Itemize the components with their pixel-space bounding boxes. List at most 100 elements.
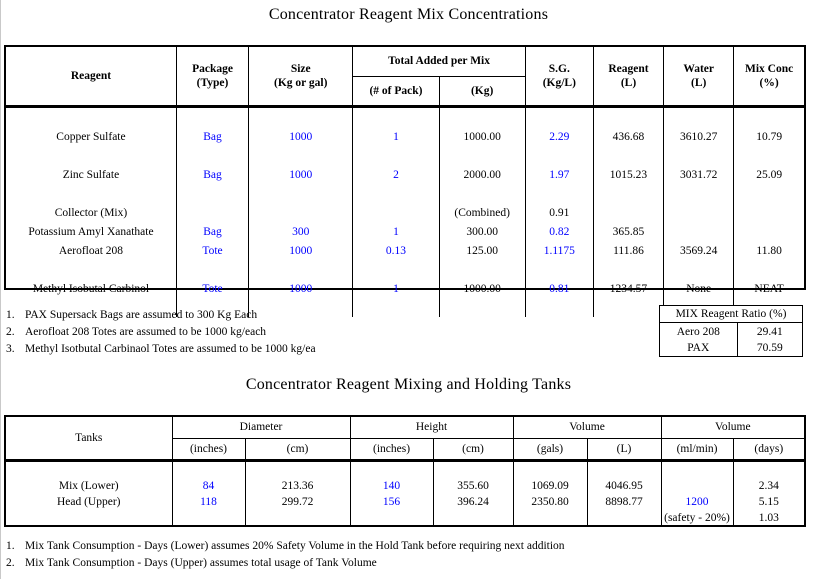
table-row[interactable]: Potassium Amyl Xanathate Bag 300 1 300.0… (6, 222, 804, 241)
cell-height-cm (432, 510, 514, 526)
cell-height-inches: 140 (349, 478, 434, 494)
cell-ratio-value: 29.41 (756, 325, 783, 338)
col-header-mix-conc-line1: Mix Conc (745, 62, 794, 75)
cell-sg: 1.97 (524, 165, 594, 184)
note-text: Mix Tank Consumption - Days (Upper) assu… (25, 557, 377, 569)
table-row[interactable]: Methyl Isobutal Carbinol Tote 1000 1 100… (6, 279, 804, 298)
table-spacer-row (6, 184, 804, 203)
cell-volume-liters (586, 510, 662, 526)
table-row[interactable]: PAX 70.59 (660, 339, 802, 356)
note-text: Mix Tank Consumption - Days (Lower) assu… (25, 540, 565, 552)
table-row[interactable]: Head (Upper) 118 299.72 156 396.24 2350.… (6, 494, 804, 510)
cell-size: 1000 (248, 127, 354, 146)
cell-safety-note: (safety - 20%) (660, 510, 734, 526)
cell-reagent-l (592, 203, 665, 222)
cell-reagent-l: 365.85 (592, 222, 665, 241)
cell-kg: 1000.00 (438, 127, 526, 146)
table-spacer-row (6, 462, 804, 478)
tanks-table-body: Mix (Lower) 84 213.36 140 355.60 1069.09… (5, 461, 805, 526)
table-row[interactable]: Aerofloat 208 Tote 1000 0.13 125.00 1.11… (6, 241, 804, 260)
cell-volume-days: 1.03 (732, 510, 804, 526)
cell-sg: 0.82 (524, 222, 594, 241)
cell-water-l (663, 203, 735, 222)
table-row[interactable]: Collector (Mix) (Combined) 0.91 (6, 203, 804, 222)
tanks-table-header: Tanks Diameter Height Volume Volume (inc… (5, 416, 805, 460)
col-header-height: Height (349, 417, 514, 439)
cell-volume-gals: 2350.80 (512, 494, 588, 510)
cell-reagent: Methyl Isobutal Carbinol (6, 279, 177, 298)
col-header-sg-line1: S.G. (548, 62, 570, 75)
page-left-rule (0, 0, 1, 579)
ratio-table-header: MIX Reagent Ratio (%) (660, 306, 802, 324)
spreadsheet-page: Concentrator Reagent Mix Concentrations … (0, 0, 817, 579)
cell-volume-liters: 8898.77 (586, 494, 662, 510)
cell-package: Bag (175, 127, 250, 146)
table-row[interactable]: Copper Sulfate Bag 1000 1 1000.00 2.29 4… (6, 127, 804, 146)
table-row[interactable]: Mix (Lower) 84 213.36 140 355.60 1069.09… (6, 478, 804, 494)
table-row[interactable]: Zinc Sulfate Bag 1000 2 2000.00 1.97 101… (6, 165, 804, 184)
col-header-water-line2: (L) (690, 77, 707, 89)
cell-reagent-l: 436.68 (592, 127, 665, 146)
cell-diameter-cm: 213.36 (244, 478, 351, 494)
cell-water-l: 3569.24 (663, 241, 735, 260)
col-header-height-inches: (inches) (349, 438, 434, 459)
note-number: 1. (6, 540, 15, 552)
cell-pack-count: 1 (352, 127, 440, 146)
cell-pack-count: 0.13 (352, 241, 440, 260)
cell-pack-count: 2 (352, 165, 440, 184)
reagent-mix-table-header: Reagent Package (Type) Size (Kg or gal) … (5, 46, 805, 106)
col-header-reagent-volume-line1: Reagent (608, 62, 649, 75)
cell-size: 1000 (248, 241, 354, 260)
notes-list-mix: 1. PAX Supersack Bags are assumed to 300… (6, 307, 646, 358)
cell-volume-mlmin (660, 478, 734, 494)
cell-reagent: Aerofloat 208 (6, 241, 177, 260)
table-row[interactable]: Aero 208 29.41 (660, 322, 802, 340)
cell-volume-mlmin: 1200 (660, 494, 734, 510)
col-header-size-line2: (Kg or gal) (273, 77, 328, 89)
cell-ratio-value: 70.59 (756, 341, 783, 354)
cell-water-l: 3610.27 (663, 127, 735, 146)
col-header-diameter-inches: (inches) (171, 438, 246, 459)
cell-package: Tote (175, 241, 250, 260)
col-header-kg: (Kg) (438, 76, 526, 105)
note-item: 2. Mix Tank Consumption - Days (Upper) a… (6, 555, 766, 572)
cell-tank-name: Head (Upper) (6, 494, 173, 510)
col-header-volume-a: Volume (512, 417, 662, 439)
cell-size: 1000 (248, 165, 354, 184)
cell-mix-conc: 25.09 (733, 165, 804, 184)
cell-volume-gals (512, 510, 588, 526)
cell-mix-conc: 11.80 (733, 241, 804, 260)
reagent-mix-table-body: Copper Sulfate Bag 1000 1 1000.00 2.29 4… (5, 107, 805, 317)
col-header-sg: S.G. (Kg/L) (524, 47, 594, 105)
cell-reagent-l: 1234.57 (592, 279, 665, 298)
col-header-reagent-volume-line2: (L) (620, 77, 637, 89)
note-number: 3. (6, 343, 15, 355)
col-header-mix-conc: Mix Conc (%) (733, 47, 804, 105)
col-header-tanks: Tanks (6, 417, 173, 459)
cell-package: Bag (175, 165, 250, 184)
cell-reagent: Potassium Amyl Xanathate (6, 222, 177, 241)
table-row[interactable]: (safety - 20%) 1.03 (6, 510, 804, 526)
cell-volume-days: 5.15 (732, 494, 804, 510)
cell-height-cm: 396.24 (432, 494, 514, 510)
col-header-reagent: Reagent (6, 47, 177, 105)
cell-pack-count: 1 (352, 222, 440, 241)
col-header-water-line1: Water (683, 62, 714, 75)
cell-size: 1000 (248, 279, 354, 298)
cell-package (175, 203, 250, 222)
col-header-height-cm: (cm) (432, 438, 514, 459)
col-header-sg-line2: (Kg/L) (542, 77, 576, 89)
cell-sg: 0.91 (524, 203, 594, 222)
cell-diameter-inches (171, 510, 246, 526)
col-header-package: Package (Type) (175, 47, 250, 105)
cell-kg: 300.00 (438, 222, 526, 241)
col-header-package-line1: Package (192, 62, 233, 75)
note-number: 1. (6, 309, 15, 321)
cell-package: Bag (175, 222, 250, 241)
col-header-size-line1: Size (290, 62, 311, 75)
cell-water-l: 3031.72 (663, 165, 735, 184)
cell-diameter-cm (244, 510, 351, 526)
cell-volume-gals: 1069.09 (512, 478, 588, 494)
cell-volume-days: 2.34 (732, 478, 804, 494)
cell-size: 300 (248, 222, 354, 241)
